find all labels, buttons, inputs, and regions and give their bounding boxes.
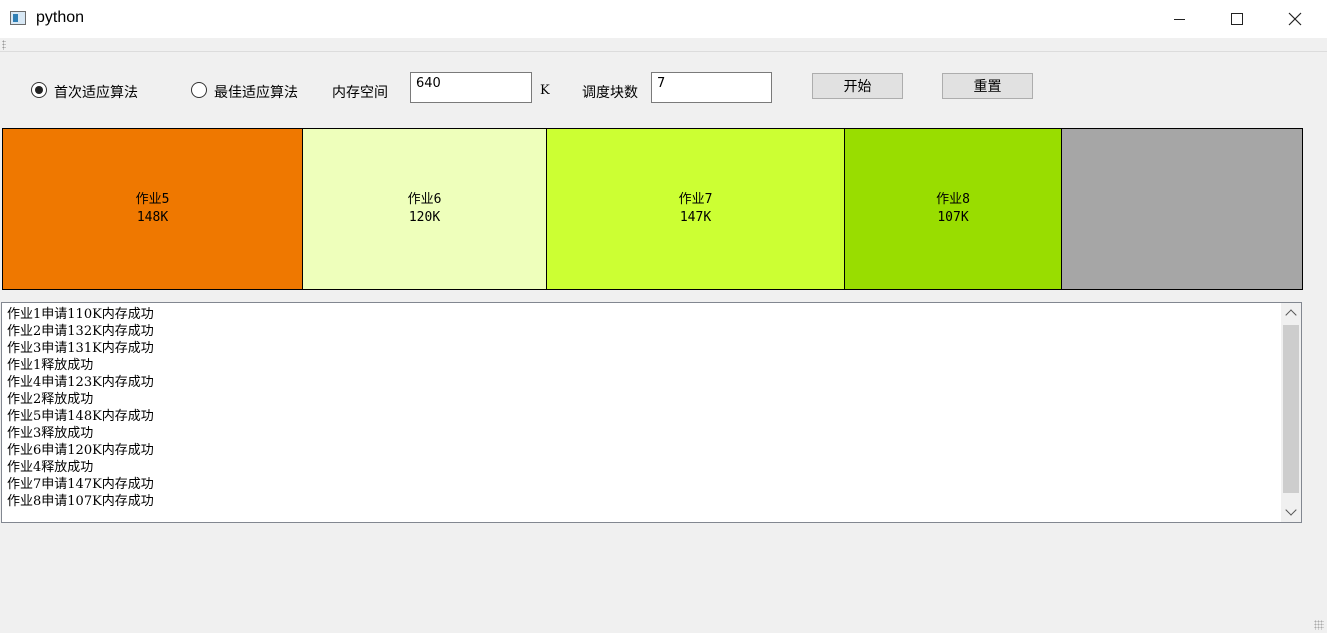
block-count-label: 调度块数: [582, 85, 638, 101]
memory-bar: 作业5 148K 作业6 120K 作业7 147K 作业8 107K: [2, 128, 1303, 290]
log-line: 作业1释放成功: [7, 358, 94, 373]
minimize-icon: [1173, 18, 1185, 20]
first-fit-radio[interactable]: [31, 82, 47, 98]
maximize-button[interactable]: [1208, 0, 1266, 38]
scroll-down-button[interactable]: [1281, 502, 1301, 522]
log-scrollbar[interactable]: [1281, 303, 1301, 522]
log-line: 作业2释放成功: [7, 392, 94, 407]
scroll-thumb[interactable]: [1283, 325, 1299, 493]
title-bar: python: [0, 0, 1327, 38]
close-button[interactable]: [1266, 0, 1324, 38]
scroll-up-button[interactable]: [1281, 303, 1301, 323]
menu-separator: [0, 51, 1327, 52]
block-job-name: 作业7: [678, 192, 713, 207]
block-job-name: 作业6: [407, 192, 442, 207]
best-fit-label[interactable]: 最佳适应算法: [214, 82, 298, 102]
log-lines: 作业1申请110K内存成功 作业2申请132K内存成功 作业3申请131K内存成功作…: [7, 306, 1279, 510]
memory-block: 作业6 120K: [303, 129, 547, 289]
resize-grip[interactable]: [1314, 620, 1324, 630]
first-fit-label[interactable]: 首次适应算法: [54, 82, 138, 102]
log-line: 作业4申请123K内存成功: [7, 375, 154, 390]
memory-block: 作业8 107K: [845, 129, 1062, 289]
memory-size-input[interactable]: 640: [410, 72, 532, 103]
log-line: 作业4释放成功: [7, 460, 94, 475]
block-job-name: 作业5: [135, 192, 170, 207]
chevron-up-icon: [1285, 309, 1297, 321]
block-size: 107K: [937, 210, 969, 225]
block-size: 147K: [679, 210, 712, 225]
memory-block: 作业7 147K: [547, 129, 845, 289]
log-line: 作业7申请147K内存成功: [7, 477, 154, 492]
log-line: 作业6申请120K内存成功: [7, 443, 154, 458]
log-line: 作业5申请148K内存成功: [7, 409, 154, 424]
block-job-name: 作业8: [936, 192, 970, 207]
chevron-down-icon: [1285, 504, 1297, 516]
best-fit-radio[interactable]: [191, 82, 207, 98]
block-size: 120K: [408, 210, 441, 225]
start-button[interactable]: 开始: [812, 73, 903, 99]
memory-free-block: [1062, 129, 1302, 289]
memory-unit-label: K: [540, 83, 550, 98]
window-title: python: [36, 9, 85, 26]
close-icon: [1288, 12, 1302, 26]
log-line: 作业3申请131K内存成功: [7, 341, 154, 356]
app-icon: [10, 11, 26, 25]
log-line: 作业3释放成功: [7, 426, 94, 441]
memory-block: 作业5 148K: [3, 129, 303, 289]
log-line: 作业8申请107K内存成功: [7, 494, 154, 509]
block-size: 148K: [136, 210, 169, 225]
memory-size-label: 内存空间: [332, 85, 388, 101]
log-output[interactable]: 作业1申请110K内存成功 作业2申请132K内存成功 作业3申请131K内存成功作…: [1, 302, 1302, 523]
log-line: 作业1申请110K内存成功: [7, 307, 154, 322]
reset-button[interactable]: 重置: [942, 73, 1033, 99]
maximize-icon: [1231, 13, 1243, 25]
minimize-button[interactable]: [1150, 0, 1208, 38]
log-line: 作业2申请132K内存成功: [7, 324, 154, 339]
menu-grip[interactable]: [2, 40, 6, 50]
block-count-input[interactable]: 7: [651, 72, 772, 103]
